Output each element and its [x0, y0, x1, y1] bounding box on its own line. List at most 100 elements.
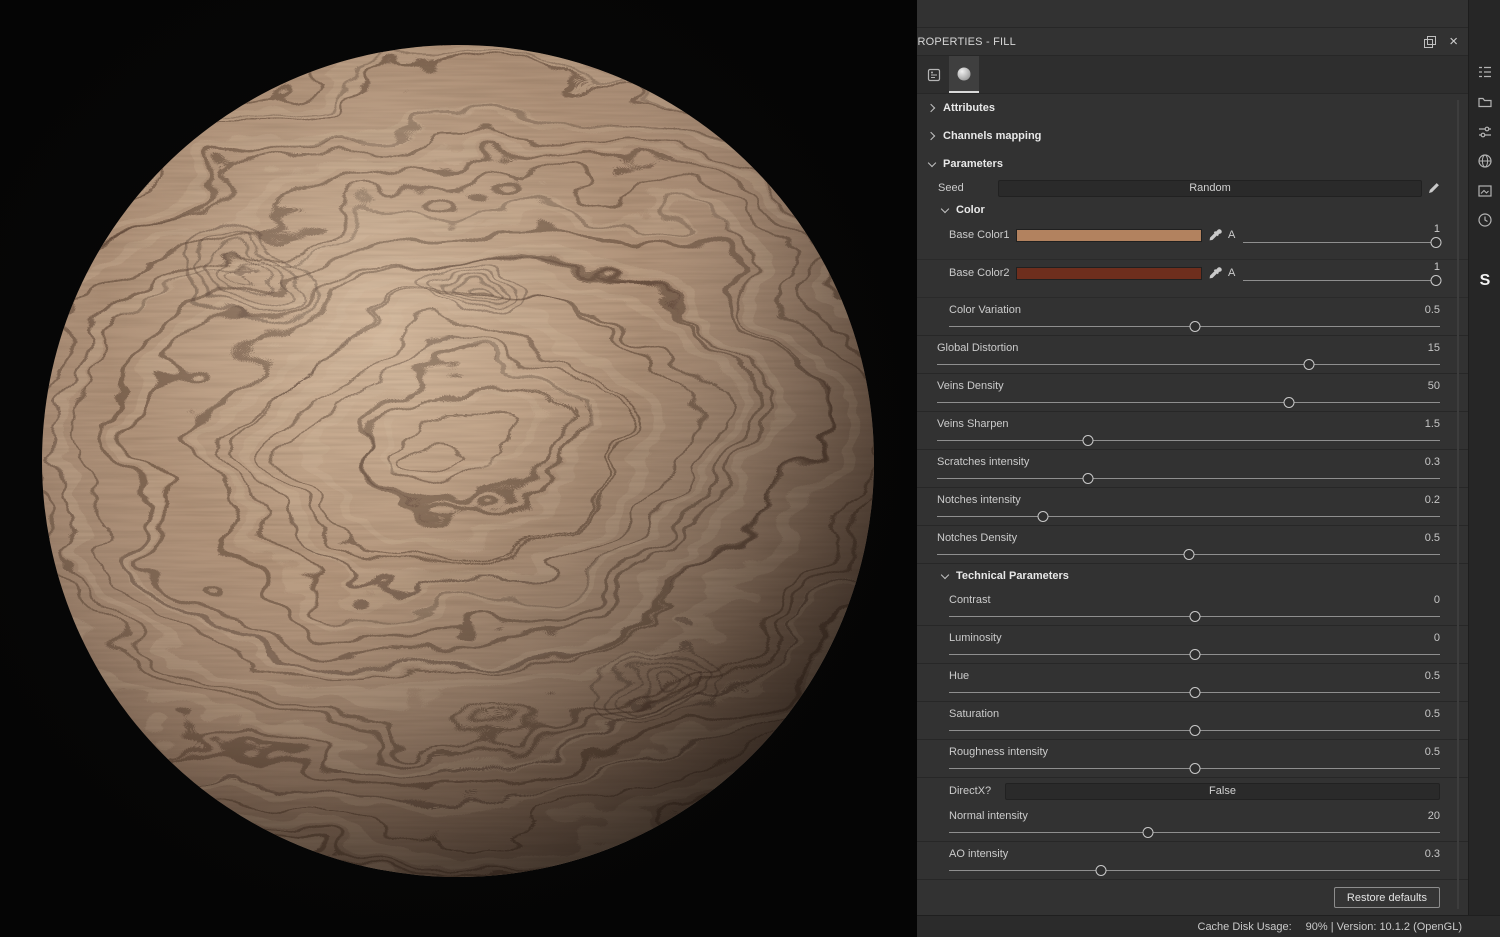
3d-viewport[interactable] — [0, 0, 917, 937]
slider-track[interactable] — [949, 648, 1440, 662]
section-header-attributes[interactable]: Attributes — [917, 94, 1468, 122]
slider-track[interactable] — [937, 548, 1440, 562]
slider-track[interactable] — [937, 434, 1440, 448]
side-toolbar: S — [1468, 0, 1500, 915]
param-base-color2: Base Color2 A 1 — [917, 260, 1468, 298]
slider-handle[interactable] — [1095, 865, 1107, 876]
panel-tab-bar — [917, 56, 1468, 94]
close-icon[interactable] — [1449, 34, 1458, 49]
param-label: DirectX? — [949, 785, 992, 797]
slider-handle[interactable] — [1189, 649, 1200, 660]
slider-track[interactable] — [937, 510, 1440, 524]
slider-track[interactable] — [949, 610, 1440, 624]
properties-panel-icon[interactable] — [1471, 118, 1499, 146]
restore-defaults-button[interactable]: Restore defaults — [1333, 887, 1440, 908]
slider-handle[interactable] — [1082, 473, 1094, 484]
section-header-channels-mapping[interactable]: Channels mapping — [917, 122, 1468, 150]
slider-handle[interactable] — [1082, 435, 1094, 446]
seed-value-button[interactable]: Random — [998, 179, 1422, 197]
eyedropper-icon[interactable] — [1209, 229, 1222, 242]
slider-track[interactable] — [949, 762, 1440, 776]
param-directx: DirectX? False — [917, 778, 1468, 804]
section-label: Parameters — [943, 158, 1003, 170]
param-value: 0.5 — [1424, 303, 1440, 316]
param-value: 0.3 — [1424, 847, 1440, 860]
param-label: Saturation — [949, 707, 1000, 720]
tab-fill-node[interactable] — [919, 56, 949, 93]
slider-handle[interactable] — [1430, 237, 1442, 248]
cache-usage-label: Cache Disk Usage: — [1197, 920, 1292, 933]
param-value: 0 — [1433, 631, 1440, 644]
panel-footer: Restore defaults — [917, 880, 1468, 915]
alpha-slider-track[interactable] — [1243, 275, 1442, 287]
status-bar: Cache Disk Usage: 90% | Version: 10.1.2 … — [917, 915, 1500, 937]
slider-handle[interactable] — [1430, 275, 1442, 286]
section-header-color[interactable]: Color — [917, 198, 1468, 222]
library-panel-icon[interactable] — [1471, 58, 1499, 86]
param-label: Notches Density — [937, 531, 1018, 544]
param-value: 0.5 — [1424, 745, 1440, 758]
param-scratches-intensity: Scratches intensity 0.3 — [917, 450, 1468, 488]
panel-title-bar: PROPERTIES - FILL — [917, 28, 1468, 56]
history-panel-icon[interactable] — [1471, 206, 1499, 234]
slider-handle[interactable] — [1183, 549, 1194, 560]
slider-track[interactable] — [949, 686, 1440, 700]
tab-material-preview[interactable] — [949, 56, 979, 93]
slider-handle[interactable] — [1189, 611, 1200, 622]
slider-handle[interactable] — [1189, 321, 1200, 332]
slider-handle[interactable] — [1303, 359, 1315, 370]
param-value: 0.5 — [1424, 707, 1440, 720]
slider-track[interactable] — [949, 826, 1440, 840]
slider-handle[interactable] — [1189, 687, 1200, 698]
toggle-value-button[interactable]: False — [1005, 782, 1440, 800]
3d-view-panel-icon[interactable] — [1471, 147, 1499, 175]
alpha-label: A — [1228, 229, 1236, 241]
param-notches-density: Notches Density 0.5 — [917, 526, 1468, 564]
slider-track[interactable] — [937, 358, 1440, 372]
parameter-rows: Attributes Channels mapping Parameters Seed… — [917, 94, 1468, 880]
param-normal-intensity: Normal intensity 20 — [917, 804, 1468, 842]
slider-handle[interactable] — [1189, 725, 1200, 736]
chevron-down-icon — [940, 205, 950, 215]
param-value: 1.5 — [1424, 417, 1440, 430]
color-swatch[interactable] — [1016, 267, 1202, 280]
version-info: 90% | Version: 10.1.2 (OpenGL) — [1305, 920, 1462, 933]
slider-handle[interactable] — [1189, 763, 1200, 774]
eyedropper-icon[interactable] — [1209, 267, 1222, 280]
param-label: Color Variation — [949, 303, 1021, 316]
param-color-variation: Color Variation 0.5 — [917, 298, 1468, 336]
alpha-slider-track[interactable] — [1243, 237, 1442, 249]
2d-view-panel-icon[interactable] — [1471, 177, 1499, 205]
param-value: 0.2 — [1424, 493, 1440, 506]
slider-track[interactable] — [937, 396, 1440, 410]
param-label: Global Distortion — [937, 341, 1019, 354]
slider-track[interactable] — [949, 864, 1440, 878]
param-notches-intensity: Notches intensity 0.2 — [917, 488, 1468, 526]
section-header-parameters[interactable]: Parameters — [917, 150, 1468, 178]
param-value: 0.5 — [1424, 669, 1440, 682]
section-header-technical-parameters[interactable]: Technical Parameters — [917, 564, 1468, 588]
color-swatch[interactable] — [1016, 229, 1202, 242]
param-label: Scratches intensity — [937, 455, 1030, 468]
param-label: Notches intensity — [937, 493, 1021, 506]
float-panel-icon[interactable] — [1424, 35, 1437, 48]
param-label: Contrast — [949, 593, 991, 606]
param-veins-density: Veins Density 50 — [917, 374, 1468, 412]
slider-track[interactable] — [949, 320, 1440, 334]
param-label: Normal intensity — [949, 809, 1028, 822]
slider-handle[interactable] — [1283, 397, 1295, 408]
param-label: AO intensity — [949, 847, 1009, 860]
material-sphere-icon — [957, 67, 971, 80]
param-label: Veins Sharpen — [937, 417, 1009, 430]
substance-logo-icon[interactable]: S — [1471, 267, 1499, 295]
explorer-panel-icon[interactable] — [1471, 88, 1499, 116]
param-value: 15 — [1427, 341, 1440, 354]
slider-handle[interactable] — [1037, 511, 1049, 522]
edit-pencil-icon[interactable] — [1428, 182, 1440, 194]
slider-track[interactable] — [949, 724, 1440, 738]
panel-title: PROPERTIES - FILL — [917, 35, 1016, 48]
param-label: Seed — [938, 182, 964, 194]
slider-handle[interactable] — [1142, 827, 1154, 838]
slider-track[interactable] — [937, 472, 1440, 486]
param-ao-intensity: AO intensity 0.3 — [917, 842, 1468, 880]
